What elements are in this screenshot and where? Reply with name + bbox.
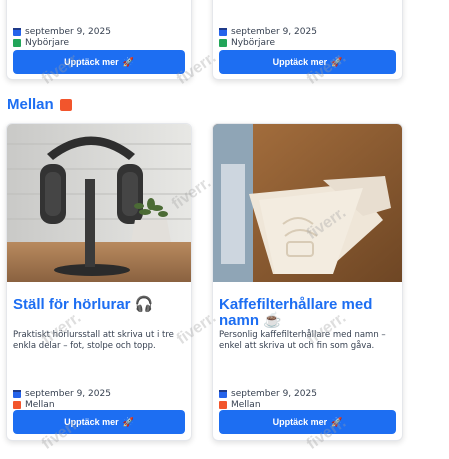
date-text: september 9, 2025 [25,389,111,399]
orange-square-icon [13,401,21,409]
date-row: september 9, 2025 [13,27,111,37]
project-card-top-right: september 9, 2025 Nybörjare Upptäck mer … [212,0,403,80]
level-row: Mellan [13,400,55,410]
card-description: Praktiskt hörlursstall att skriva ut i t… [13,330,174,351]
green-square-icon [13,39,21,47]
date-text: september 9, 2025 [25,27,111,37]
rocket-icon: 🚀 [331,56,343,67]
date-row: september 9, 2025 [219,389,317,399]
orange-square-icon [219,401,227,409]
headphone-stand-image[interactable] [7,124,191,282]
rocket-icon: 🚀 [122,416,134,427]
project-card-top-left: september 9, 2025 Nybörjare Upptäck mer … [6,0,192,80]
date-row: september 9, 2025 [219,27,317,37]
card-title[interactable]: Kaffefilterhållare med namn ☕ [219,297,396,329]
discover-more-button[interactable]: Upptäck mer 🚀 [13,410,185,434]
rocket-icon: 🚀 [331,416,343,427]
green-square-icon [219,39,227,47]
calendar-icon [13,28,21,36]
level-row: Nybörjare [13,38,69,48]
level-row: Nybörjare [219,38,275,48]
rocket-icon: 🚀 [122,56,134,67]
level-text: Mellan [25,400,55,410]
coffee-filter-holder-image[interactable] [213,124,402,282]
card-description: Personlig kaffefilterhållare med namn – … [219,330,386,351]
level-row: Mellan [219,400,261,410]
date-text: september 9, 2025 [231,27,317,37]
level-text: Nybörjare [231,38,276,48]
project-card-coffee-filter-holder: Kaffefilterhållare med namn ☕ Personlig … [212,123,403,441]
date-text: september 9, 2025 [231,389,317,399]
calendar-icon [13,390,21,398]
discover-more-button[interactable]: Upptäck mer 🚀 [13,50,185,74]
discover-more-button[interactable]: Upptäck mer 🚀 [219,50,396,74]
calendar-icon [219,28,227,36]
calendar-icon [219,390,227,398]
level-text: Nybörjare [25,38,70,48]
project-card-headphone-stand: Ställ för hörlurar 🎧 Praktiskt hörlursst… [6,123,192,441]
card-title[interactable]: Ställ för hörlurar 🎧 [13,297,185,313]
date-row: september 9, 2025 [13,389,111,399]
discover-more-button[interactable]: Upptäck mer 🚀 [219,410,396,434]
section-title: Mellan [7,96,72,113]
orange-square-icon [59,98,72,111]
level-text: Mellan [231,400,261,410]
